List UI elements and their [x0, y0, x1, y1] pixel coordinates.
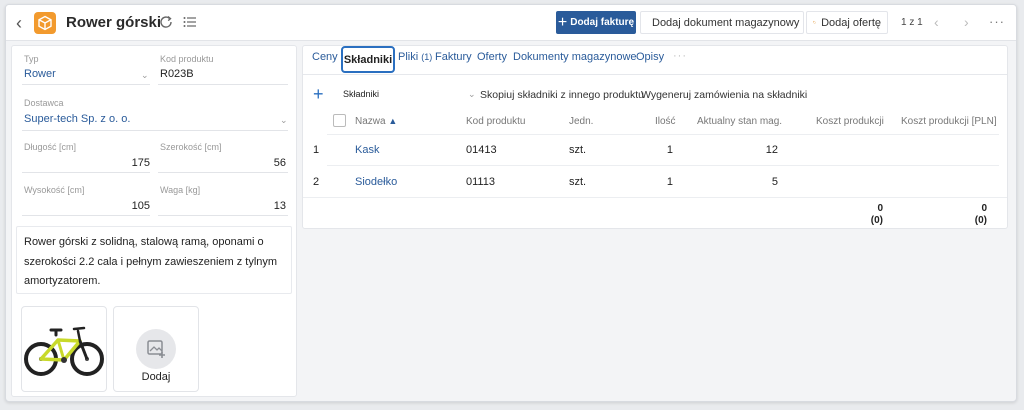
- height-value[interactable]: 105: [24, 200, 150, 212]
- tab-pliki-count: (1): [421, 52, 433, 62]
- width-underline: [158, 172, 288, 173]
- column-header-qty[interactable]: Ilość: [655, 116, 676, 127]
- length-underline: [22, 172, 150, 173]
- more-options-icon[interactable]: ···: [989, 14, 1005, 29]
- code-underline: [158, 84, 288, 85]
- tab-faktury[interactable]: Faktury: [435, 51, 472, 63]
- column-header-name[interactable]: Nazwa ▲: [355, 116, 397, 127]
- column-header-name-label: Nazwa: [355, 116, 386, 127]
- total-cost-pln-sub: (0): [974, 215, 987, 226]
- row-unit: szt.: [569, 144, 587, 156]
- row-qty: 1: [666, 144, 673, 156]
- tab-opisy[interactable]: Opisy: [636, 51, 664, 63]
- add-component-icon[interactable]: +: [313, 85, 324, 103]
- description-textarea[interactable]: Rower górski z solidną, stalową ramą, op…: [16, 226, 292, 294]
- row-divider: [327, 165, 999, 166]
- row-unit: szt.: [569, 176, 587, 188]
- components-panel: Ceny Składniki Pliki (1) Faktury Oferty …: [302, 45, 1008, 229]
- weight-underline: [158, 215, 288, 216]
- product-window: ‹ Rower górski + Dodaj fakturę Dodaj dok…: [5, 4, 1017, 402]
- pager-text: 1 z 1: [901, 17, 923, 28]
- column-header-cost[interactable]: Koszt produkcji: [816, 116, 884, 127]
- tag-icon: [813, 21, 817, 24]
- refresh-icon[interactable]: [158, 14, 174, 30]
- more-tabs-icon[interactable]: ···: [673, 50, 687, 62]
- bicycle-image: [24, 326, 104, 376]
- width-value[interactable]: 56: [160, 157, 286, 169]
- total-cost-pln: 0 (0): [927, 203, 987, 227]
- product-image-thumbnail[interactable]: [21, 306, 107, 392]
- chevron-down-icon[interactable]: ⌄: [280, 115, 288, 126]
- tab-pliki[interactable]: Pliki (1): [398, 51, 432, 63]
- column-header-stock[interactable]: Aktualny stan mag.: [697, 116, 782, 127]
- supplier-underline: [22, 130, 288, 131]
- select-all-checkbox[interactable]: [333, 114, 346, 127]
- add-warehouse-doc-label: Dodaj dokument magazynowy: [652, 16, 800, 29]
- code-label: Kod produktu: [160, 54, 214, 64]
- total-cost-sub: (0): [870, 215, 883, 226]
- chevron-down-icon[interactable]: ⌄: [468, 89, 476, 100]
- list-icon[interactable]: [182, 14, 198, 30]
- row-stock: 5: [771, 176, 778, 188]
- height-underline: [22, 215, 150, 216]
- add-image-circle: [136, 329, 176, 369]
- tab-skladniki[interactable]: Składniki: [341, 46, 395, 73]
- total-cost-pln-value: 0: [981, 203, 987, 214]
- add-offer-label: Dodaj ofertę: [821, 16, 881, 29]
- row-divider: [303, 197, 1007, 198]
- add-warehouse-doc-button[interactable]: Dodaj dokument magazynowy: [640, 11, 804, 34]
- add-invoice-label: Dodaj fakturę: [570, 17, 635, 28]
- type-underline: [22, 84, 150, 85]
- tab-ceny[interactable]: Ceny: [312, 51, 338, 63]
- type-select-value[interactable]: Rower: [24, 68, 56, 80]
- add-image-label: Dodaj: [141, 371, 171, 383]
- add-offer-button[interactable]: Dodaj ofertę: [806, 11, 888, 34]
- tab-pliki-label: Pliki: [398, 51, 419, 63]
- chevron-down-icon[interactable]: ⌄: [141, 70, 149, 81]
- type-label: Typ: [24, 54, 39, 64]
- column-header-code[interactable]: Kod produktu: [466, 116, 526, 127]
- height-label: Wysokość [cm]: [24, 185, 85, 195]
- supplier-select-value[interactable]: Super-tech Sp. z o. o.: [24, 113, 130, 125]
- row-qty: 1: [666, 176, 673, 188]
- tab-oferty[interactable]: Oferty: [477, 51, 507, 63]
- weight-label: Waga [kg]: [160, 185, 201, 195]
- add-image-icon: [147, 340, 165, 358]
- width-label: Szerokość [cm]: [160, 142, 222, 152]
- row-name-link[interactable]: Siodełko: [355, 176, 397, 188]
- row-code: 01113: [466, 176, 495, 188]
- generate-orders-button[interactable]: Wygeneruj zamówienia na składniki: [641, 89, 807, 101]
- sort-ascending-icon: ▲: [388, 116, 398, 126]
- section-title: Składniki: [343, 89, 380, 99]
- top-bar: ‹ Rower górski + Dodaj fakturę Dodaj dok…: [6, 5, 1016, 41]
- add-image-button[interactable]: Dodaj: [113, 306, 199, 392]
- back-icon[interactable]: ‹: [10, 13, 28, 33]
- tab-dokumenty-magazynowe[interactable]: Dokumenty magazynowe: [513, 51, 637, 63]
- copy-components-button[interactable]: Skopiuj składniki z innego produktu: [480, 89, 644, 101]
- total-cost-value: 0: [877, 203, 883, 214]
- product-cube-icon: [34, 12, 56, 34]
- header-divider: [327, 134, 999, 135]
- row-index: 2: [313, 176, 320, 188]
- weight-value[interactable]: 13: [160, 200, 286, 212]
- total-cost: 0 (0): [823, 203, 883, 227]
- page-title: Rower górski: [66, 14, 162, 31]
- supplier-label: Dostawca: [24, 98, 64, 108]
- plus-icon: +: [557, 13, 568, 31]
- row-stock: 12: [765, 144, 778, 156]
- row-name-link[interactable]: Kask: [355, 144, 379, 156]
- chevron-left-icon[interactable]: ‹: [934, 14, 939, 30]
- column-header-unit[interactable]: Jedn.: [569, 116, 593, 127]
- length-label: Długość [cm]: [24, 142, 77, 152]
- code-value[interactable]: R023B: [160, 68, 194, 80]
- tabs-divider: [303, 74, 1007, 75]
- length-value[interactable]: 175: [24, 157, 150, 169]
- column-header-cost-pln[interactable]: Koszt produkcji [PLN]: [901, 116, 997, 127]
- product-details-panel: Typ Rower ⌄ Kod produktu R023B Dostawca …: [11, 45, 297, 397]
- chevron-right-icon[interactable]: ›: [964, 14, 969, 30]
- row-index: 1: [313, 144, 320, 156]
- row-code: 01413: [466, 144, 497, 156]
- add-invoice-button[interactable]: + Dodaj fakturę: [556, 11, 636, 34]
